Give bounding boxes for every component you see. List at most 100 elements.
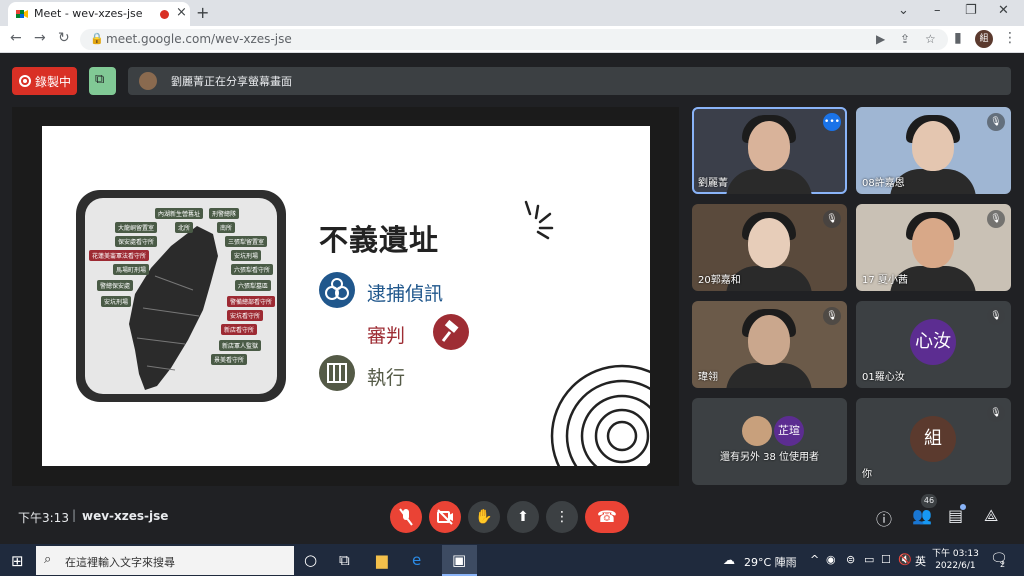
task-view-icon[interactable]: ⧉ [339, 551, 350, 569]
tray-sync-icon[interactable]: ⊜ [846, 553, 855, 566]
participant-name: 劉麗菁 [698, 178, 728, 189]
network-icon[interactable]: ☐ [881, 553, 891, 566]
tray-expand-icon[interactable]: ^ [810, 553, 819, 566]
record-icon [19, 75, 31, 87]
participant-name: 你 [862, 469, 872, 480]
map-label: 北所 [175, 222, 194, 233]
map-label-list: 內湖新生營舊址 刑警總隊 大龍峒留置室 北所 南所 保安處看守所 三張犁留置室 花蓮美崙軍法看… [85, 198, 277, 394]
participant-avatar [742, 416, 772, 446]
map-label: 六張犁看守所 [231, 264, 274, 275]
participant-name: 01羅心汝 [862, 372, 905, 383]
tray-record-icon[interactable]: ◉ [826, 553, 836, 566]
step-trial: 審判 [367, 325, 406, 347]
presenting-text: 劉麗菁正在分享螢幕畫面 [171, 75, 292, 88]
phone-hangup-icon: ☎ [597, 507, 617, 526]
volume-muted-icon[interactable]: 🔇 [898, 553, 912, 566]
lock-icon: 🔒 [90, 32, 104, 45]
participant-tile[interactable]: 🎙 17 夏小茜 [856, 204, 1011, 291]
reload-icon[interactable]: ↻ [58, 30, 70, 46]
windows-start-icon[interactable]: ⊞ [11, 552, 24, 570]
address-bar[interactable]: 🔒 meet.google.com/wev-xzes-jse ▶ ⇪ ☆ [80, 29, 948, 50]
browser-tab[interactable]: Meet - wev-xzes-jse × [8, 2, 190, 26]
recording-button[interactable]: 錄製中 [12, 67, 77, 95]
back-icon[interactable]: ← [10, 30, 22, 46]
more-vertical-icon: ⋮ [555, 509, 569, 525]
participant-name: 08許嘉恩 [862, 178, 905, 189]
map-label: 新店看守所 [221, 324, 258, 335]
map-label: 保安處看守所 [115, 236, 158, 247]
url-text: meet.google.com/wev-xzes-jse [106, 32, 292, 46]
taskbar-search-box[interactable]: ⌕ 在這裡輸入文字來搜尋 [36, 546, 294, 575]
close-tab-icon[interactable]: × [176, 5, 187, 20]
mic-off-icon [399, 508, 413, 526]
hand-icon: ✋ [475, 509, 493, 525]
step-arrest: 逮捕偵訊 [367, 283, 444, 305]
map-label: 六張犁墓區 [235, 280, 272, 291]
participant-avatar: 芷瑄 [774, 416, 804, 446]
present-screen-icon: ⬆ [517, 509, 529, 525]
gavel-icon [433, 314, 469, 350]
prison-cell-icon [319, 355, 355, 391]
share-icon[interactable]: ⇪ [900, 32, 910, 46]
taskbar-chrome-active[interactable]: ▣ [442, 545, 477, 576]
camera-off-button[interactable] [429, 501, 461, 533]
mic-muted-icon: 🎙 [987, 307, 1005, 325]
forward-icon[interactable]: → [34, 30, 46, 46]
present-now-button[interactable]: ⬆ [507, 501, 539, 533]
more-options-icon[interactable]: ••• [823, 113, 841, 131]
people-icon[interactable]: 👥 [912, 506, 932, 525]
participant-video [912, 218, 954, 268]
participant-body [726, 169, 812, 194]
participant-tile[interactable]: 芷瑄還有另外 38 位使用者 [692, 398, 847, 485]
camera-in-use-icon[interactable]: ▶ [876, 32, 885, 46]
side-panel-icon[interactable]: ▮ [954, 30, 962, 46]
participant-tile[interactable]: 🎙 08許嘉恩 [856, 107, 1011, 194]
presenting-banner: 劉麗菁正在分享螢幕畫面 [128, 67, 1011, 95]
close-window-button[interactable]: ✕ [998, 3, 1009, 18]
cortana-icon[interactable]: ○ [304, 551, 317, 569]
map-label: 警備總部看守所 [227, 296, 276, 307]
new-tab-button[interactable]: + [196, 3, 209, 22]
recording-label: 錄製中 [35, 75, 72, 89]
ime-indicator[interactable]: 英 [915, 553, 926, 569]
slide-title: 不義遺址 [319, 223, 440, 257]
profile-avatar[interactable]: 組 [975, 30, 993, 48]
notification-center-icon[interactable]: 🗨 [990, 551, 1008, 567]
participant-avatar: 組 [910, 416, 956, 462]
edge-browser-icon[interactable]: e [412, 551, 421, 569]
minimize-button[interactable]: – [934, 3, 941, 18]
participant-name: 還有另外 38 位使用者 [719, 452, 820, 463]
search-icon: ⌕ [44, 552, 52, 567]
presentation-toggle-button[interactable]: ⧉ [89, 67, 116, 95]
bookmark-star-icon[interactable]: ☆ [925, 32, 936, 46]
file-explorer-icon[interactable]: ▆ [376, 551, 388, 569]
map-label: 馬場町刑場 [113, 264, 150, 275]
restore-button[interactable]: ❐ [965, 3, 977, 18]
more-options-button[interactable]: ⋮ [546, 501, 578, 533]
activities-icon[interactable]: ⟁ [984, 506, 998, 526]
map-label: 安坑刑場 [231, 250, 262, 261]
sparkle-decoration-icon [524, 200, 554, 240]
menu-kebab-icon[interactable]: ⋮ [1003, 30, 1017, 46]
clock-time: 下午 03:13 [932, 549, 979, 559]
meeting-code: wev-xzes-jse [82, 509, 169, 523]
tray-battery-icon[interactable]: ▭ [864, 553, 874, 566]
participant-tile[interactable]: 🎙 瑋翎 [692, 301, 847, 388]
raise-hand-button[interactable]: ✋ [468, 501, 500, 533]
mic-muted-icon: 🎙 [987, 404, 1005, 422]
participant-tile[interactable]: 心汝 🎙 01羅心汝 [856, 301, 1011, 388]
leave-call-button[interactable]: ☎ [585, 501, 629, 533]
participant-tile[interactable]: 組 🎙 你 [856, 398, 1011, 485]
microphone-off-button[interactable] [390, 501, 422, 533]
step-execution: 執行 [367, 367, 406, 389]
participant-tile[interactable]: ••• 劉麗菁 [692, 107, 847, 194]
taskbar-clock[interactable]: 下午 03:13 2022/6/1 [932, 548, 979, 572]
weather-text[interactable]: 29°C 陣雨 [744, 554, 797, 570]
tab-search-icon[interactable]: ⌄ [898, 3, 909, 18]
meeting-time: 下午3:13 [18, 511, 69, 525]
participant-body [726, 363, 812, 388]
participant-count-badge: 46 [921, 494, 937, 508]
arrest-interrogation-icon [319, 272, 355, 308]
participant-tile[interactable]: 🎙 20郭嘉和 [692, 204, 847, 291]
meeting-details-icon[interactable]: ⓘ [876, 506, 892, 530]
